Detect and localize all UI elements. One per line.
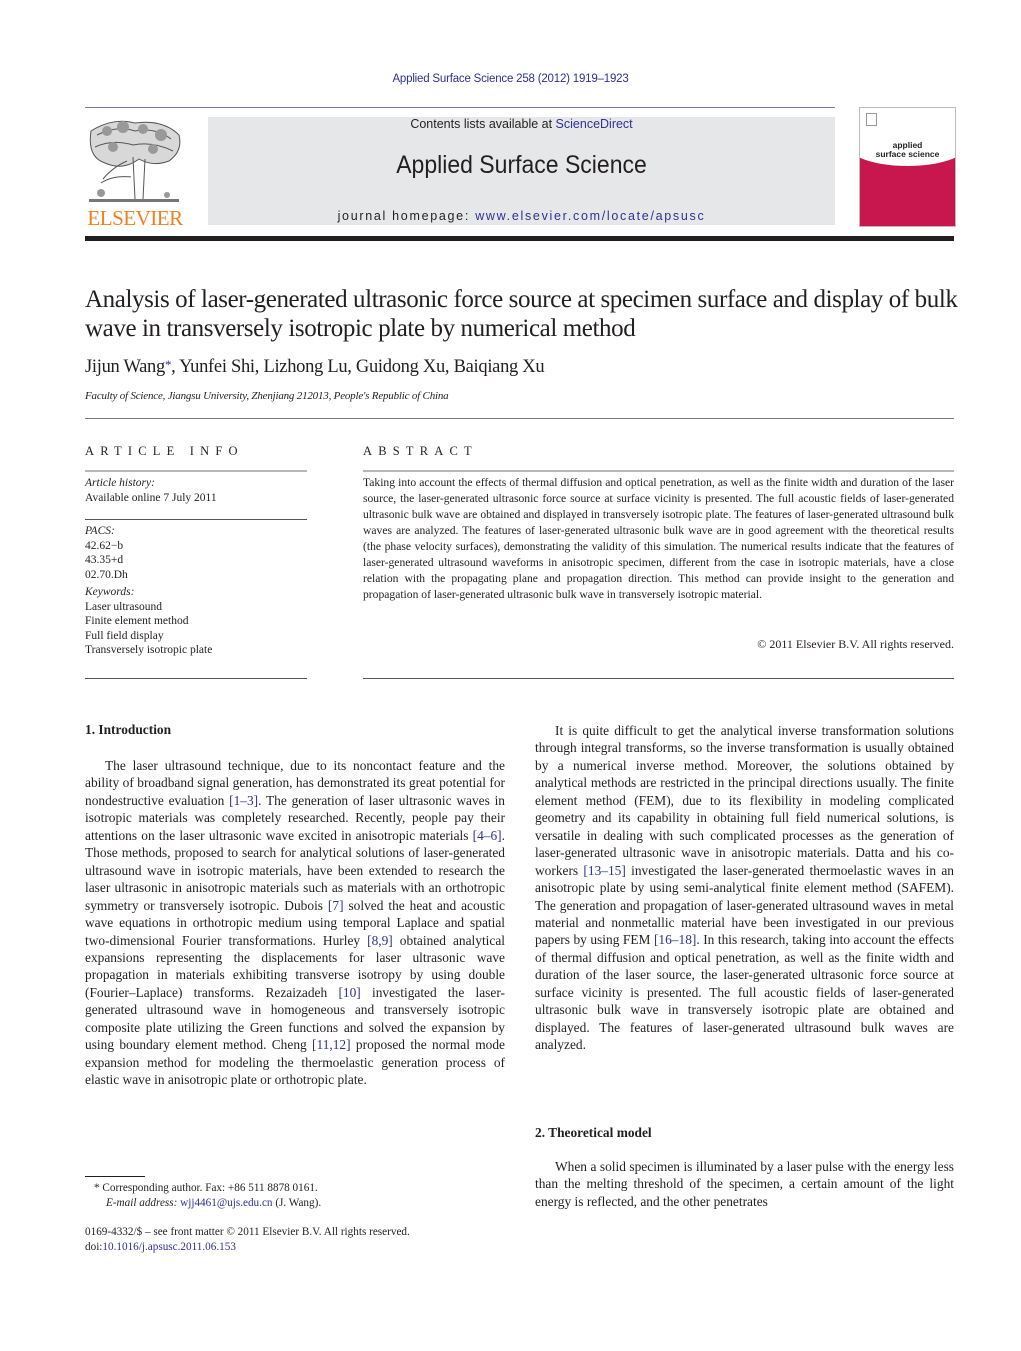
keyword: Transversely isotropic plate	[85, 644, 213, 656]
reference-link[interactable]: [8,9]	[367, 933, 393, 948]
journal-citation[interactable]: Applied Surface Science 258 (2012) 1919–…	[0, 73, 1021, 85]
header-rule	[85, 107, 835, 108]
reference-link[interactable]: [4–6]	[473, 828, 502, 843]
header-thick-rule	[85, 236, 954, 241]
reference-link[interactable]: [7]	[328, 898, 344, 913]
keywords-label: Keywords:	[85, 586, 135, 598]
history-value: Available online 7 July 2011	[85, 491, 217, 504]
article-history: Article history: Available online 7 July…	[85, 476, 307, 505]
reference-link[interactable]: [13–15]	[583, 863, 625, 878]
abstract-heading: ABSTRACT	[363, 444, 478, 458]
abstract-text: Taking into account the effects of therm…	[363, 476, 954, 601]
intro-paragraph-1: The laser ultrasound technique, due to i…	[85, 757, 505, 1089]
abstract-rule	[363, 470, 954, 472]
reference-link[interactable]: [1–3]	[229, 793, 258, 808]
title-block-rule	[85, 418, 954, 419]
author-name: Yunfei Shi	[179, 357, 255, 377]
article-info-heading: ARTICLE INFO	[85, 444, 244, 458]
author-name: Jijun Wang	[85, 357, 165, 377]
issn-line: 0169-4332/$ – see front matter © 2011 El…	[85, 1226, 410, 1238]
pacs-code: 42.62−b	[85, 539, 124, 552]
article-info-rule	[85, 470, 307, 472]
pacs-block: PACS: 42.62−b 43.35+d 02.70.Dh Keywords:…	[85, 524, 307, 658]
corresponding-author-mark[interactable]: *	[165, 357, 172, 372]
text-run: It is quite difficult to get the analyti…	[535, 723, 954, 878]
contents-line: Contents lists available at ScienceDirec…	[208, 117, 835, 131]
theory-paragraph-1: When a solid specimen is illuminated by …	[535, 1158, 954, 1210]
abstract-copyright: © 2011 Elsevier B.V. All rights reserved…	[757, 637, 954, 651]
footnote-corresponding: Corresponding author. Fax: +86 511 8878 …	[102, 1182, 318, 1194]
pacs-code: 02.70.Dh	[85, 568, 128, 581]
journal-homepage: journal homepage: www.elsevier.com/locat…	[208, 209, 835, 223]
text-run: . In this research, taking into account …	[535, 932, 955, 1053]
footnote-rule	[85, 1176, 145, 1177]
affiliation: Faculty of Science, Jiangsu University, …	[85, 390, 449, 402]
theory-text: When a solid specimen is illuminated by …	[535, 1159, 954, 1209]
doi-prefix: doi:	[85, 1241, 103, 1253]
article-info-bottom-rule	[85, 678, 307, 679]
cover-title: applied surface science	[860, 141, 955, 159]
section-heading-theoretical-model: 2. Theoretical model	[535, 1125, 652, 1140]
abstract-bottom-rule	[363, 678, 954, 679]
cover-publisher-icon	[866, 113, 877, 126]
email-suffix: (J. Wang).	[272, 1197, 322, 1209]
front-matter-footnote: 0169-4332/$ – see front matter © 2011 El…	[85, 1225, 410, 1255]
author-name: Baiqiang Xu	[453, 357, 545, 377]
keyword: Full field display	[85, 629, 164, 642]
article-title: Analysis of laser-generated ultrasonic f…	[85, 286, 958, 342]
email-link[interactable]: wjj4461@ujs.edu.cn	[180, 1197, 272, 1209]
footnote-mark: *	[94, 1182, 100, 1194]
cover-title-line2: surface science	[875, 149, 940, 159]
reference-link[interactable]: [11,12]	[312, 1037, 351, 1052]
contents-prefix: Contents lists available at	[410, 117, 556, 131]
history-label: Article history:	[85, 477, 155, 489]
keyword: Finite element method	[85, 615, 189, 627]
homepage-prefix: journal homepage:	[337, 209, 476, 223]
sciencedirect-link[interactable]: ScienceDirect	[556, 117, 633, 131]
pacs-label: PACS:	[85, 525, 115, 537]
reference-link[interactable]: [16–18]	[654, 932, 696, 947]
journal-cover-thumbnail[interactable]: applied surface science	[859, 107, 956, 227]
email-label: E-mail address:	[106, 1197, 181, 1209]
elsevier-wordmark[interactable]: ELSEVIER	[83, 206, 187, 231]
keyword: Laser ultrasound	[85, 600, 162, 613]
intro-paragraph-2: It is quite difficult to get the analyti…	[535, 722, 954, 1054]
author-name: Guidong Xu	[355, 357, 445, 377]
author-name: Lizhong Lu	[263, 357, 348, 377]
author-list: Jijun Wang*, Yunfei Shi, Lizhong Lu, Gui…	[85, 357, 545, 377]
pacs-code: 43.35+d	[85, 554, 124, 566]
homepage-link[interactable]: www.elsevier.com/locate/apsusc	[475, 209, 705, 223]
corresponding-author-footnote: * Corresponding author. Fax: +86 511 887…	[94, 1181, 321, 1211]
doi-link[interactable]: 10.1016/j.apsusc.2011.06.153	[102, 1241, 236, 1253]
journal-name: Applied Surface Science	[396, 151, 647, 179]
article-info-divider	[85, 519, 307, 520]
section-heading-introduction: 1. Introduction	[85, 722, 172, 737]
reference-link[interactable]: [10]	[338, 985, 360, 1000]
